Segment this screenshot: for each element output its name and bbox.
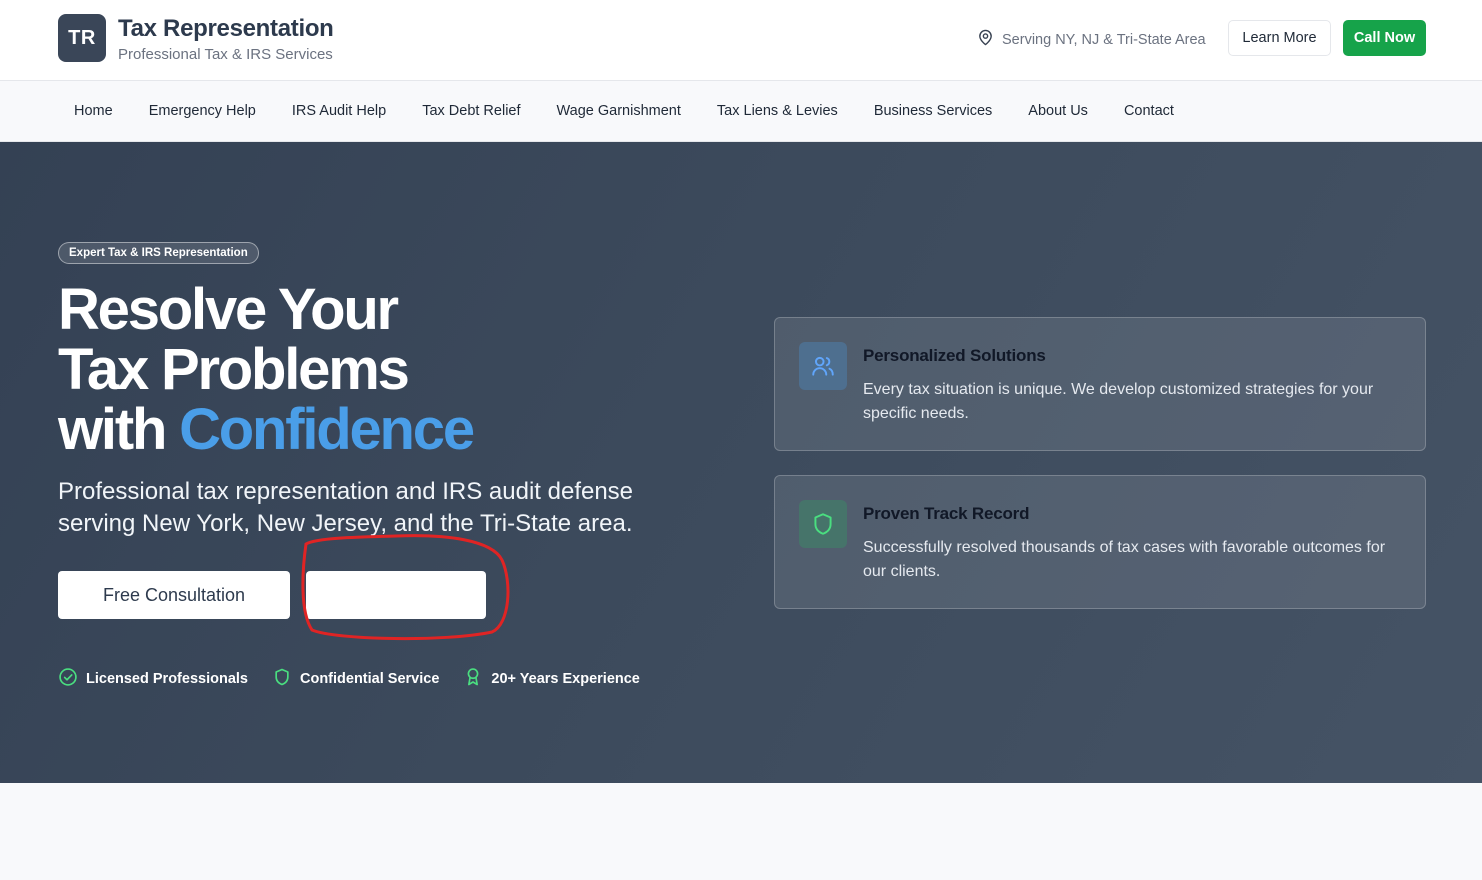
card-title: Personalized Solutions: [863, 346, 1046, 365]
nav-item-tax-liens-levies[interactable]: Tax Liens & Levies: [699, 103, 856, 119]
nav-item-contact[interactable]: Contact: [1106, 103, 1192, 119]
nav-item-about-us[interactable]: About Us: [1010, 103, 1106, 119]
nav-item-tax-debt-relief[interactable]: Tax Debt Relief: [404, 103, 538, 119]
trust-label: Licensed Professionals: [86, 671, 248, 687]
site-header: TR Tax Representation Professional Tax &…: [0, 0, 1482, 81]
feature-card-personalized: Personalized Solutions Every tax situati…: [774, 317, 1426, 451]
service-area: Serving NY, NJ & Tri-State Area: [977, 29, 1206, 50]
free-consultation-button[interactable]: Free Consultation: [58, 571, 290, 619]
headline-accent: Confidence: [179, 397, 475, 462]
trust-label: 20+ Years Experience: [491, 671, 640, 687]
nav-item-irs-audit-help[interactable]: IRS Audit Help: [274, 103, 404, 119]
hero-section: Expert Tax & IRS Representation Resolve …: [0, 142, 1482, 783]
hero-headline: Resolve Your Tax Problems with Confidenc…: [58, 280, 698, 460]
hero-badge: Expert Tax & IRS Representation: [58, 242, 259, 264]
card-description: Successfully resolved thousands of tax c…: [863, 539, 1386, 580]
trust-item-experience: 20+ Years Experience: [463, 667, 640, 691]
shield-icon: [272, 667, 292, 691]
learn-more-button[interactable]: Learn More: [1228, 20, 1331, 56]
nav-item-business-services[interactable]: Business Services: [856, 103, 1010, 119]
check-circle-icon: [58, 667, 78, 691]
service-area-text: Serving NY, NJ & Tri-State Area: [1002, 31, 1206, 48]
map-pin-icon: [977, 29, 994, 50]
nav-item-wage-garnishment[interactable]: Wage Garnishment: [539, 103, 699, 119]
users-icon: [799, 342, 847, 390]
nav-item-emergency-help[interactable]: Emergency Help: [131, 103, 274, 119]
shield-icon: [799, 500, 847, 548]
feature-card-track-record: Proven Track Record Successfully resolve…: [774, 475, 1426, 609]
trust-label: Confidential Service: [299, 671, 440, 687]
main-nav: Home Emergency Help IRS Audit Help Tax D…: [0, 81, 1482, 142]
headline-line-3-prefix: with: [58, 397, 180, 462]
logo[interactable]: TR: [58, 14, 106, 62]
hero-lead: Professional tax representation and IRS …: [58, 478, 634, 537]
card-title: Proven Track Record: [863, 504, 1030, 523]
brand-name[interactable]: Tax Representation: [118, 15, 334, 43]
card-description: Every tax situation is unique. We develo…: [863, 381, 1374, 422]
trust-item-licensed: Licensed Professionals: [58, 667, 248, 691]
award-icon: [463, 667, 483, 691]
trust-item-confidential: Confidential Service: [272, 667, 439, 691]
next-section: [0, 783, 1482, 880]
headline-line-2: Tax Problems: [58, 337, 410, 402]
trust-indicators: Licensed Professionals Confidential Serv…: [58, 667, 640, 691]
headline-line-1: Resolve Your: [58, 277, 399, 342]
nav-item-home[interactable]: Home: [56, 103, 131, 119]
call-now-button[interactable]: Call Now: [1343, 20, 1426, 56]
brand-subtitle: Professional Tax & IRS Services: [118, 46, 333, 63]
secondary-cta-button[interactable]: [306, 571, 486, 619]
